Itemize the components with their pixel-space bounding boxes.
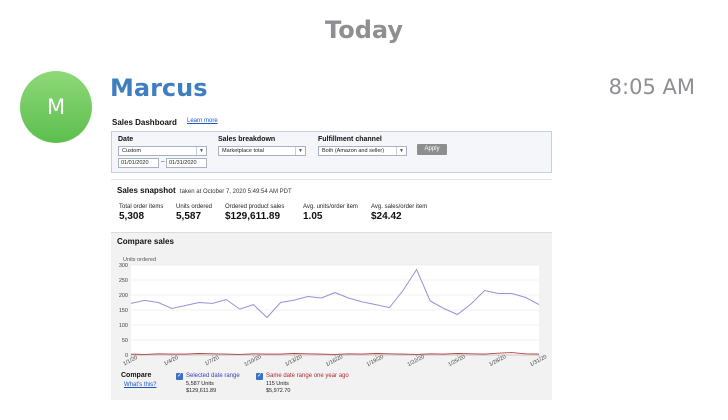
y-tick-label: 0 — [125, 353, 128, 359]
date-separator: – — [161, 159, 165, 165]
y-tick-label: 50 — [122, 338, 128, 344]
legend-prior-units: 115 Units — [266, 381, 289, 387]
learn-more-link[interactable]: Learn more — [187, 118, 218, 124]
x-tick-label: 1/4/20 — [163, 355, 179, 367]
fulfillment-select[interactable]: Both (Amazon and seller) ▼ — [318, 146, 407, 156]
x-tick-label: 1/22/20 — [407, 354, 426, 368]
legend-selected-label: Selected date range — [186, 373, 240, 379]
fulfillment-select-value: Both (Amazon and seller) — [322, 148, 385, 154]
avatar[interactable]: M — [20, 71, 92, 143]
metric-units-ordered: Units ordered 5,587 — [176, 204, 212, 222]
breakdown-select-value: Marketplace total — [222, 148, 264, 154]
date-select-value: Custom — [122, 148, 141, 154]
sender-name: Marcus — [110, 74, 208, 102]
metric-total-order-items: Total order items 5,308 — [119, 204, 163, 222]
units-chart: Units ordered0501001502002503001/1/20 1/4… — [119, 257, 548, 368]
day-header: Today — [325, 16, 403, 44]
shared-screenshot[interactable]: Sales Dashboard Learn more Date Custom ▼… — [110, 112, 553, 402]
y-tick-label: 100 — [119, 323, 128, 329]
legend-selected-units: 5,587 Units — [186, 381, 214, 387]
metric-value: 1.05 — [303, 211, 323, 222]
metric-label: Avg. units/order item — [303, 204, 358, 210]
avatar-initial: M — [46, 95, 66, 119]
prior-range-checkbox[interactable]: ✓ — [256, 373, 263, 380]
y-tick-label: 150 — [119, 308, 128, 314]
x-tick-label: 1/28/20 — [488, 354, 507, 368]
metric-value: 5,587 — [176, 211, 202, 222]
chevron-down-icon: ▼ — [295, 147, 305, 155]
metric-avg-units: Avg. units/order item 1.05 — [303, 204, 358, 222]
legend-prior-label: Same date range one year ago — [266, 373, 349, 379]
date-from-field[interactable]: 01/01/2020 — [118, 158, 159, 168]
whats-this-link[interactable]: What's this? — [124, 382, 157, 388]
legend-prior-sales: $5,972.70 — [266, 388, 291, 394]
x-tick-label: 1/19/20 — [366, 354, 385, 368]
date-label: Date — [118, 136, 134, 143]
metric-value: $24.42 — [371, 211, 402, 222]
date-to-field[interactable]: 01/31/2020 — [166, 158, 207, 168]
chevron-down-icon: ▼ — [396, 147, 406, 155]
legend-selected-sales: $129,611.89 — [186, 388, 217, 394]
message-time: 8:05 AM — [608, 75, 695, 99]
breakdown-label: Sales breakdown — [218, 136, 276, 143]
metric-value: 5,308 — [119, 211, 145, 222]
x-tick-label: 1/16/20 — [325, 354, 344, 368]
legend-compare-title: Compare — [121, 372, 152, 379]
x-tick-label: 1/13/20 — [284, 354, 303, 368]
chevron-down-icon: ▼ — [196, 147, 206, 155]
metric-ordered-product-sales: Ordered product sales $129,611.89 — [225, 204, 284, 222]
x-tick-label: 1/25/20 — [447, 354, 466, 368]
metric-label: Avg. sales/order item — [371, 204, 428, 210]
metric-label: Total order items — [119, 204, 164, 210]
selected-range-checkbox[interactable]: ✓ — [176, 373, 183, 380]
metric-label: Ordered product sales — [225, 204, 285, 210]
snapshot-timestamp: taken at October 7, 2020 5:49:54 AM PDT — [179, 189, 292, 195]
y-tick-label: 300 — [119, 263, 128, 269]
x-tick-label: 1/10/20 — [243, 354, 262, 368]
snapshot-title: Sales snapshot taken at October 7, 2020 … — [117, 186, 292, 195]
filter-panel: Date Custom ▼ 01/01/2020 – 01/31/2020 Sa… — [111, 131, 552, 173]
x-tick-label: 1/7/20 — [204, 355, 220, 367]
breakdown-select[interactable]: Marketplace total ▼ — [218, 146, 306, 156]
x-tick-label: 1/31/20 — [529, 354, 548, 368]
y-tick-label: 250 — [119, 278, 128, 284]
metric-value: $129,611.89 — [225, 211, 281, 222]
apply-button[interactable]: Apply — [417, 144, 447, 155]
metric-avg-sales: Avg. sales/order item $24.42 — [371, 204, 427, 222]
fulfillment-label: Fulfillment channel — [318, 136, 382, 143]
metric-label: Units ordered — [176, 204, 213, 210]
dashboard-title: Sales Dashboard — [112, 118, 177, 127]
date-select[interactable]: Custom ▼ — [118, 146, 207, 156]
snapshot-title-text: Sales snapshot — [117, 186, 176, 195]
sales-snapshot: Sales snapshot taken at October 7, 2020 … — [111, 179, 552, 229]
y-tick-label: 200 — [119, 293, 128, 299]
compare-sales-panel: Compare sales Units ordered 0 50 100 150 200 2… — [111, 232, 552, 400]
